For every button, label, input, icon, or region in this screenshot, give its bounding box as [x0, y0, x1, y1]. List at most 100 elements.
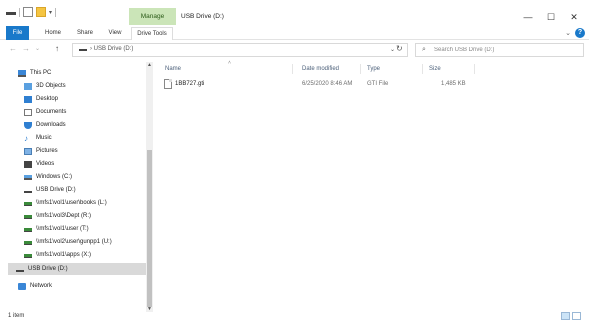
nav-item-network[interactable]: Network	[18, 280, 156, 292]
nav-item-label: \\mfs1\vol1\user (T:)	[36, 226, 89, 232]
toolbar-divider	[19, 7, 20, 17]
tab-view[interactable]: View	[104, 27, 126, 39]
navigation-pane: This PC 3D Objects Desktop Documents Dow…	[6, 62, 152, 312]
expand-ribbon-chevron-icon[interactable]: ⌄	[565, 29, 571, 37]
nav-item-mapped-t[interactable]: \\mfs1\vol1\user (T:)	[24, 223, 162, 235]
scrollbar-thumb[interactable]	[147, 150, 152, 307]
search-input[interactable]	[434, 45, 579, 55]
tab-drive-tools[interactable]: Drive Tools	[131, 27, 173, 40]
column-header-size[interactable]: Size	[429, 66, 441, 72]
nav-item-label: Downloads	[36, 122, 66, 128]
nav-item-mapped-r[interactable]: \\mfs1\vol3\Dept (R:)	[24, 210, 162, 222]
nav-item-usb-drive-selected[interactable]: USB Drive (D:)	[8, 263, 146, 275]
address-row: ← → ⌄ ↑ › USB Drive (D:) ⌄ ↻ ⌕	[0, 40, 589, 60]
usb-drive-icon	[24, 191, 32, 193]
file-icon	[164, 79, 172, 89]
network-drive-icon	[24, 228, 32, 232]
3d-objects-icon	[24, 82, 32, 90]
column-divider[interactable]	[360, 64, 361, 74]
tab-share[interactable]: Share	[73, 27, 97, 39]
nav-item-pictures[interactable]: Pictures	[24, 145, 162, 157]
column-header-type[interactable]: Type	[367, 66, 380, 72]
nav-item-mapped-u[interactable]: \\mfs1\vol2\user\gunpp1 (U:)	[24, 236, 162, 248]
network-icon	[18, 282, 26, 290]
nav-item-label: USB Drive (D:)	[36, 187, 76, 193]
nav-item-label: USB Drive (D:)	[28, 266, 68, 272]
nav-item-label: Windows (C:)	[36, 174, 73, 180]
scroll-up-icon[interactable]: ▲	[146, 62, 153, 68]
help-icon[interactable]: ?	[575, 28, 585, 38]
column-divider[interactable]	[422, 64, 423, 74]
window-title: USB Drive (D:)	[181, 13, 224, 20]
tab-home[interactable]: Home	[41, 27, 65, 39]
properties-icon[interactable]	[23, 7, 33, 17]
nav-item-mapped-x[interactable]: \\mfs1\vol1\apps (X:)	[24, 249, 162, 261]
ribbon-tabs: File Home Share View Drive Tools ⌄ ?	[0, 25, 589, 40]
nav-item-label: \\mfs1\vol3\Dept (R:)	[36, 213, 92, 219]
view-switcher	[561, 312, 581, 320]
nav-item-label: This PC	[30, 70, 52, 76]
file-name[interactable]: 1BB727.gti	[175, 81, 204, 87]
nav-item-label: Music	[36, 135, 52, 141]
music-icon: ♪	[24, 133, 28, 143]
windows-drive-icon	[24, 174, 32, 180]
nav-item-desktop[interactable]: Desktop	[24, 93, 162, 105]
recent-locations-chevron-icon[interactable]: ⌄	[35, 45, 40, 52]
item-count: 1 item	[8, 313, 25, 319]
drive-icon	[6, 12, 16, 15]
new-folder-icon[interactable]	[36, 7, 46, 17]
back-arrow-icon[interactable]: ←	[9, 44, 17, 53]
address-history-chevron-icon[interactable]: ⌄	[390, 46, 395, 53]
network-drive-icon	[24, 241, 32, 245]
nav-item-label: Desktop	[36, 96, 59, 102]
nav-item-3d-objects[interactable]: 3D Objects	[24, 80, 162, 92]
nav-item-mapped-l[interactable]: \\mfs1\vol1\user\books (L:)	[24, 197, 162, 209]
scroll-down-icon[interactable]: ▼	[146, 306, 153, 312]
nav-item-label: Documents	[36, 109, 67, 115]
large-icons-view-icon[interactable]	[572, 312, 581, 320]
column-divider[interactable]	[474, 64, 475, 74]
videos-icon	[24, 160, 32, 168]
nav-item-windows-c[interactable]: Windows (C:)	[24, 171, 162, 183]
search-icon: ⌕	[422, 46, 426, 53]
file-date-modified: 6/25/2020 8:46 AM	[302, 81, 353, 87]
nav-pane-scrollbar[interactable]: ▲ ▼	[146, 62, 153, 312]
tab-manage[interactable]: Manage	[129, 8, 176, 25]
nav-item-downloads[interactable]: Downloads	[24, 119, 162, 131]
usb-drive-icon	[16, 270, 24, 272]
up-arrow-icon[interactable]: ↑	[55, 44, 59, 53]
minimize-button[interactable]: —	[520, 11, 536, 23]
nav-item-music[interactable]: ♪ Music	[24, 132, 162, 144]
maximize-button[interactable]: ☐	[543, 11, 559, 23]
customize-toolbar-chevron-icon[interactable]: ▾	[49, 9, 52, 16]
network-drive-icon	[24, 202, 32, 206]
column-header-date-modified[interactable]: Date modified	[302, 66, 339, 72]
column-divider[interactable]	[292, 64, 293, 74]
nav-item-documents[interactable]: Documents	[24, 106, 162, 118]
tab-file[interactable]: File	[6, 26, 29, 40]
nav-item-label: \\mfs1\vol1\user\books (L:)	[36, 200, 107, 206]
downloads-icon	[24, 121, 32, 129]
nav-item-label: Network	[30, 283, 53, 289]
nav-item-this-pc[interactable]: This PC	[18, 67, 156, 79]
drive-icon	[79, 49, 87, 51]
pictures-icon	[24, 147, 32, 155]
pc-icon	[18, 69, 26, 77]
nav-item-videos[interactable]: Videos	[24, 158, 162, 170]
network-drive-icon	[24, 254, 32, 258]
sort-ascending-icon: ˄	[228, 60, 231, 66]
forward-arrow-icon[interactable]: →	[22, 44, 30, 53]
breadcrumb[interactable]: › USB Drive (D:)	[90, 46, 133, 52]
refresh-icon[interactable]: ↻	[396, 44, 403, 53]
column-header-name[interactable]: Name	[165, 66, 181, 72]
search-box[interactable]: ⌕	[415, 43, 584, 57]
network-drive-icon	[24, 215, 32, 219]
nav-item-label: 3D Objects	[36, 83, 66, 89]
title-bar: ▾ Manage USB Drive (D:) — ☐ ✕	[0, 0, 589, 25]
close-button[interactable]: ✕	[566, 11, 582, 23]
address-bar[interactable]: › USB Drive (D:) ⌄	[72, 43, 408, 57]
nav-item-usb-drive-d[interactable]: USB Drive (D:)	[24, 184, 162, 196]
details-view-icon[interactable]	[561, 312, 570, 320]
nav-item-label: \\mfs1\vol1\apps (X:)	[36, 252, 92, 258]
ribbon-controls: ⌄ ?	[565, 28, 585, 38]
